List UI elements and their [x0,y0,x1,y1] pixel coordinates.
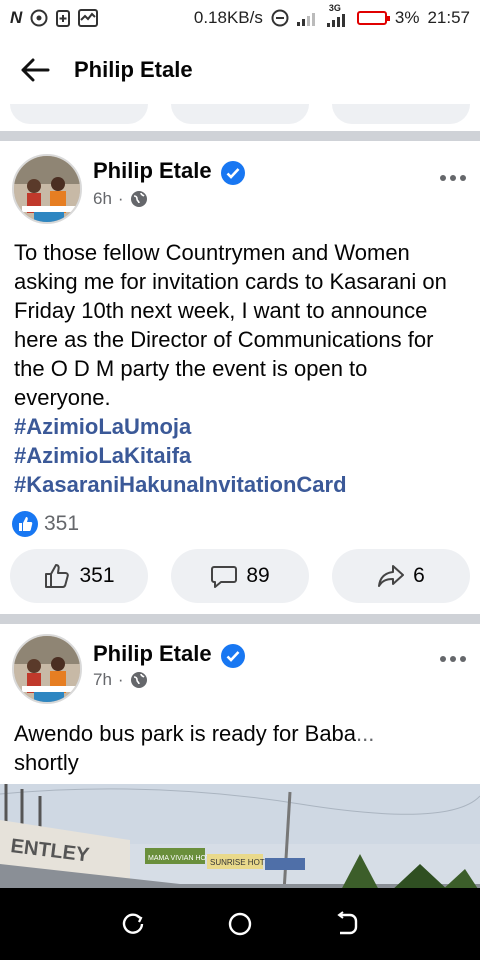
verified-badge-icon [221,161,245,185]
like-count: 351 [79,564,115,587]
previous-like-button[interactable] [10,104,148,124]
thumbs-up-icon [45,564,70,588]
post-divider [0,614,480,624]
battery-icon [356,11,390,25]
system-nav-bar [0,888,480,960]
status-bar: N 0.18KB/s 3G 3% 21:57 [0,0,480,36]
reaction-summary[interactable]: 351 [12,511,79,537]
comment-button[interactable]: 89 [171,549,309,603]
activity-icon [78,9,99,27]
post-time[interactable]: 6h [93,189,112,209]
dnd-icon [271,9,289,27]
more-options-icon[interactable] [440,656,466,662]
post-body: To those fellow Countrymen and Women ask… [14,238,470,499]
battery-level: 3% [394,8,420,27]
like-reaction-icon [12,511,38,537]
globe-icon [130,191,147,207]
share-button[interactable]: 6 [332,549,470,603]
post-time[interactable]: 7h [93,670,112,690]
post-text: Awendo bus park is ready for Baba [14,721,357,746]
author-name[interactable]: Philip Etale [93,641,212,667]
share-count: 6 [413,564,425,587]
previous-share-button[interactable] [332,104,470,124]
share-icon [378,565,405,587]
reaction-count: 351 [44,512,80,535]
verified-badge-icon [221,644,245,668]
comment-count: 89 [246,564,270,587]
globe-icon [130,672,147,688]
n-icon: N [10,8,23,27]
post-divider [0,131,480,141]
avatar[interactable] [12,154,82,224]
recent-apps-icon[interactable] [120,911,146,937]
post-meta: 7h · [93,670,148,690]
see-more-link[interactable]: ... [356,721,374,746]
hashtag-link[interactable]: #AzimioLaUmoja [14,412,470,441]
post-meta: 6h · [93,189,148,209]
battery-saver-icon [56,10,71,27]
hashtag-link[interactable]: #AzimioLaKitaifa [14,441,470,470]
whatsapp-icon [30,9,48,27]
previous-post-actions [0,104,480,130]
signal-icon [296,13,315,26]
network-speed: 0.18KB/s [193,8,263,27]
meta-dot: · [117,189,124,208]
clock: 21:57 [427,8,470,27]
more-options-icon[interactable] [440,175,466,181]
author-name[interactable]: Philip Etale [93,158,212,184]
meta-dot: · [117,670,124,689]
hashtag-link[interactable]: #KasaraniHakunaInvitationCard [14,470,470,499]
home-icon[interactable] [227,911,253,937]
network-type: 3G [326,3,349,27]
previous-comment-button[interactable] [171,104,309,124]
post-text-continued: shortly [14,750,79,775]
arrow-left-icon[interactable] [20,55,54,85]
post-body: Awendo bus park is ready for Baba... sho… [14,719,470,777]
app-header: Philip Etale [0,36,480,104]
post: Philip Etale 7h · Awendo bus park is rea… [0,624,480,892]
like-button[interactable]: 351 [10,549,148,603]
avatar[interactable] [12,634,82,704]
post-text: To those fellow Countrymen and Women ask… [14,240,447,410]
page-title: Philip Etale [74,57,193,82]
comment-icon [211,566,238,588]
back-icon[interactable] [334,911,360,937]
post: Philip Etale 6h · To those fellow Countr… [0,141,480,613]
post-photo[interactable]: ENTLEY MAMA VIVIAN HOTEL SUNRISE HOTEL [0,784,480,892]
